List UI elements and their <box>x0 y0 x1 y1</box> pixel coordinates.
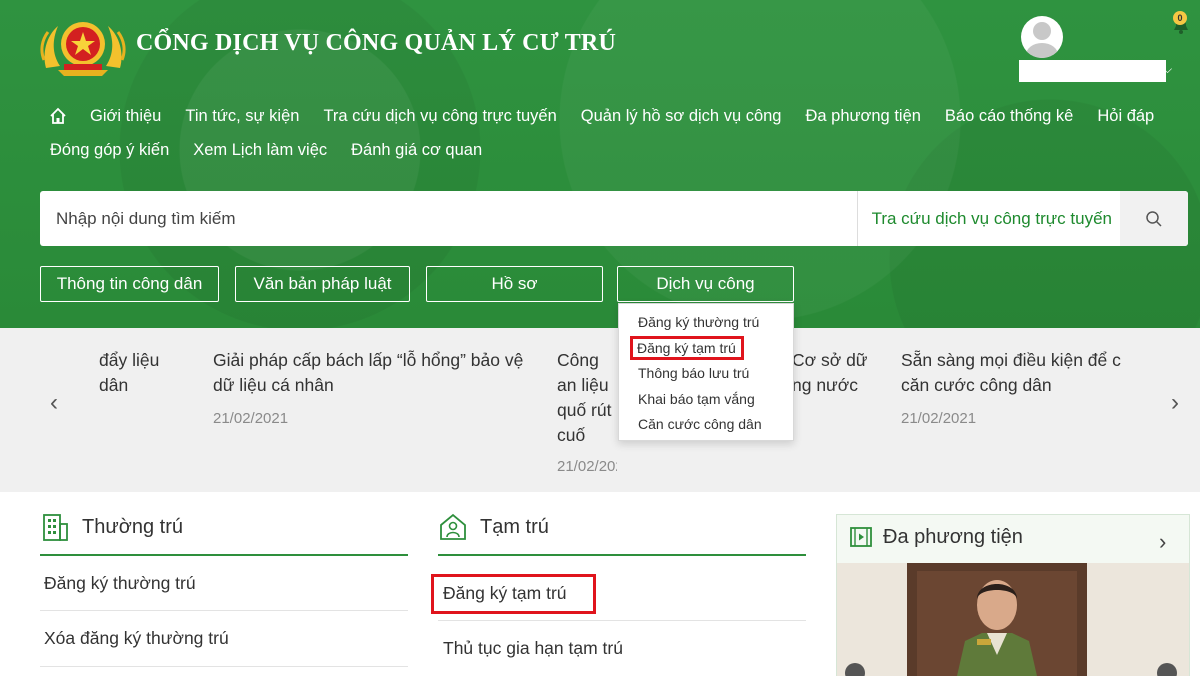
van-ban-phap-luat-button[interactable]: Văn bản pháp luật <box>235 266 410 302</box>
avatar-body-shape <box>1026 43 1058 58</box>
news-title: đẩy liệu dân <box>99 350 160 395</box>
thuong-tru-heading[interactable]: Thường trú <box>40 512 183 542</box>
news-item[interactable]: đẩy liệu dân <box>99 348 179 398</box>
nav-danh-gia-co-quan[interactable]: Đánh giá cơ quan <box>351 141 482 160</box>
search-input[interactable] <box>40 191 857 246</box>
nav-tin-tuc-su-kien[interactable]: Tin tức, sự kiện <box>185 107 299 126</box>
link-thu-tuc-gia-han-tam-tru[interactable]: Thủ tục gia hạn tạm trú <box>443 638 623 659</box>
search-button[interactable] <box>1120 191 1188 246</box>
dich-vu-cong-dropdown: Đăng ký thường trú Đăng ký tạm trú Thông… <box>618 303 794 441</box>
thong-tin-cong-dan-button[interactable]: Thông tin công dân <box>40 266 219 302</box>
news-item[interactable]: Sẵn sàng mọi điều kiện để c căn cước côn… <box>901 348 1133 431</box>
search-scope-select[interactable]: Tra cứu dịch vụ công trực tuyến <box>856 191 1120 246</box>
avatar-head-shape <box>1033 22 1051 40</box>
dropdown-item-thong-bao-luu-tru[interactable]: Thông báo lưu trú <box>619 361 793 387</box>
dropdown-item-khai-bao-tam-vang[interactable]: Khai báo tạm vắng <box>619 387 793 413</box>
news-carousel: ‹ › đẩy liệu dân Giải pháp cấp bách lấp … <box>0 328 1200 492</box>
house-icon <box>440 513 466 540</box>
main-nav-row-1: Giới thiệu Tin tức, sự kiện Tra cứu dịch… <box>44 104 1154 128</box>
tam-tru-underline <box>438 554 806 556</box>
user-name-field[interactable] <box>1019 60 1166 82</box>
news-item[interactable]: Công an liệu quố rút cuố 21/02/2021 <box>557 348 617 479</box>
nav-gioi-thieu[interactable]: Giới thiệu <box>90 107 161 126</box>
home-icon[interactable] <box>44 104 72 128</box>
dich-vu-cong-button[interactable]: Dịch vụ công <box>617 266 794 302</box>
thuong-tru-title: Thường trú <box>82 515 183 538</box>
chevron-right-icon[interactable]: › <box>1159 529 1166 555</box>
tam-tru-heading[interactable]: Tạm trú <box>438 512 549 542</box>
notification-badge: 0 <box>1173 11 1187 25</box>
police-emblem-logo[interactable] <box>40 14 126 78</box>
nav-dong-gop-y-kien[interactable]: Đóng góp ý kiến <box>50 141 169 160</box>
nav-bao-cao-thong-ke[interactable]: Báo cáo thống kê <box>945 107 1073 126</box>
building-icon <box>43 514 68 541</box>
video-icon <box>850 527 872 547</box>
divider <box>438 620 806 621</box>
news-item[interactable]: Cơ sở dữ ng nước <box>792 348 872 398</box>
news-title: Sẵn sàng mọi điều kiện để c căn cước côn… <box>901 350 1121 395</box>
news-title: Cơ sở dữ ng nước <box>792 350 868 395</box>
divider <box>40 610 408 611</box>
nav-quan-ly-ho-so[interactable]: Quản lý hồ sơ dịch vụ công <box>581 107 782 126</box>
carousel-prev-icon[interactable]: ‹ <box>44 388 64 418</box>
news-date: 21/02/2021 <box>901 410 977 427</box>
multimedia-thumbnail[interactable] <box>837 563 1189 676</box>
site-header: CỔNG DỊCH VỤ CÔNG QUẢN LÝ CƯ TRÚ ⌵ 0 Giớ… <box>0 0 1200 328</box>
main-nav-row-2: Đóng góp ý kiến Xem Lịch làm việc Đánh g… <box>50 141 506 160</box>
divider <box>40 666 408 667</box>
dropdown-item-dang-ky-thuong-tru[interactable]: Đăng ký thường trú <box>619 310 793 336</box>
nav-tra-cuu-dich-vu-cong[interactable]: Tra cứu dịch vụ công trực tuyến <box>323 107 556 126</box>
user-menu-caret-icon[interactable]: ⌵ <box>1163 62 1172 77</box>
portal-title[interactable]: CỔNG DỊCH VỤ CÔNG QUẢN LÝ CƯ TRÚ <box>136 30 616 57</box>
search-bar: Tra cứu dịch vụ công trực tuyến <box>40 191 1188 246</box>
multimedia-title: Đa phương tiện <box>883 525 1023 548</box>
user-avatar[interactable] <box>1021 16 1063 58</box>
news-item[interactable]: Giải pháp cấp bách lấp “lỗ hổng” bảo vệ … <box>213 348 533 431</box>
link-xoa-dang-ky-thuong-tru[interactable]: Xóa đăng ký thường trú <box>44 628 229 649</box>
nav-xem-lich-lam-viec[interactable]: Xem Lịch làm việc <box>193 141 327 160</box>
news-title: Giải pháp cấp bách lấp “lỗ hổng” bảo vệ … <box>213 350 524 395</box>
multimedia-heading[interactable]: Đa phương tiện <box>849 525 1023 549</box>
dropdown-item-dang-ky-tam-tru[interactable]: Đăng ký tạm trú <box>619 335 793 362</box>
search-icon <box>1146 210 1162 227</box>
tam-tru-title: Tạm trú <box>480 515 549 538</box>
link-dang-ky-thuong-tru[interactable]: Đăng ký thường trú <box>44 573 196 594</box>
nav-hoi-dap[interactable]: Hỏi đáp <box>1097 107 1154 126</box>
officer-photo <box>837 563 1189 676</box>
news-title: Công an liệu quố rút cuố <box>557 350 612 445</box>
nav-da-phuong-tien[interactable]: Đa phương tiện <box>805 107 920 126</box>
thuong-tru-underline <box>40 554 408 556</box>
carousel-next-icon[interactable]: › <box>1165 388 1185 418</box>
ho-so-button[interactable]: Hồ sơ <box>426 266 603 302</box>
news-date: 21/02/2021 <box>557 458 617 475</box>
dropdown-item-can-cuoc-cong-dan[interactable]: Căn cước công dân <box>619 412 793 438</box>
news-date: 21/02/2021 <box>213 410 289 427</box>
multimedia-panel: Đa phương tiện › <box>836 514 1190 676</box>
link-dang-ky-tam-tru[interactable]: Đăng ký tạm trú <box>443 583 567 604</box>
